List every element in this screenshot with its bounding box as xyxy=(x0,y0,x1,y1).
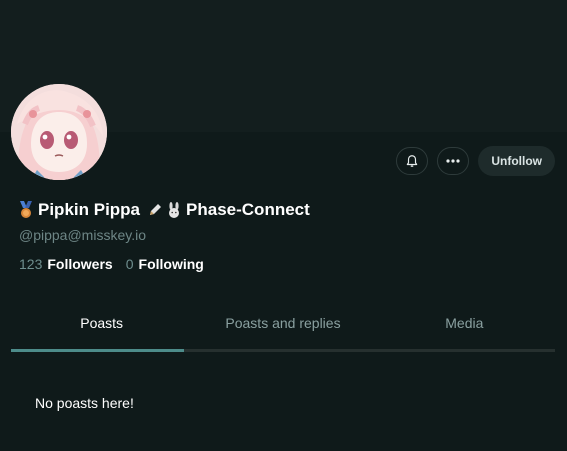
pencil-icon xyxy=(150,204,162,215)
followers-label: Followers xyxy=(47,256,113,272)
followers-link[interactable]: 123 Followers xyxy=(19,256,113,272)
following-count: 0 xyxy=(125,256,134,272)
ellipsis-icon xyxy=(446,159,460,163)
follow-stats: 123 Followers 0 Following xyxy=(19,256,204,272)
profile-actions: Unfollow xyxy=(396,146,555,176)
display-name-text: Pipkin Pippa xyxy=(38,200,141,219)
bell-icon xyxy=(407,155,418,167)
following-link[interactable]: 0 Following xyxy=(126,256,204,272)
profile-page: Unfollow Pipkin Pippa Phase-Connect @pip… xyxy=(0,0,567,451)
tab-poasts[interactable]: Poasts xyxy=(11,306,192,352)
notify-button[interactable] xyxy=(396,147,429,175)
user-handle: @pippa@misskey.io xyxy=(19,227,146,243)
avatar-illustration xyxy=(11,84,107,180)
rabbit-icon xyxy=(169,202,180,218)
following-label: Following xyxy=(138,256,204,272)
empty-state-message: No poasts here! xyxy=(35,395,134,411)
display-name: Pipkin Pippa Phase-Connect xyxy=(18,200,310,220)
medal-icon xyxy=(20,201,32,218)
profile-tabs: Poasts Poasts and replies Media xyxy=(11,306,555,352)
more-options-button[interactable] xyxy=(437,147,470,175)
avatar[interactable] xyxy=(11,84,107,180)
tab-rail xyxy=(11,349,555,352)
tab-media[interactable]: Media xyxy=(374,306,555,352)
tab-poasts-and-replies[interactable]: Poasts and replies xyxy=(192,306,373,352)
active-tab-indicator xyxy=(11,349,184,352)
display-name-suffix: Phase-Connect xyxy=(186,200,310,219)
followers-count: 123 xyxy=(19,256,43,272)
unfollow-button[interactable]: Unfollow xyxy=(478,146,555,176)
